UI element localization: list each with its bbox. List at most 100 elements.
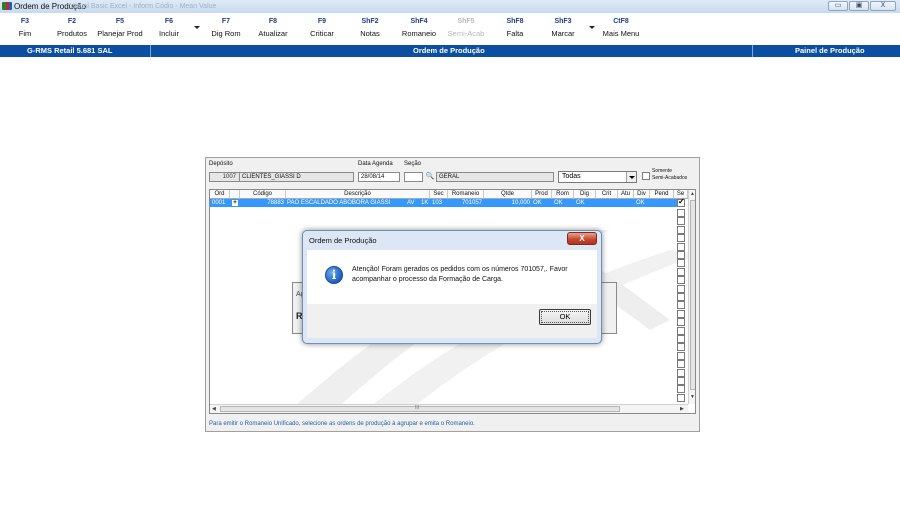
- toolbar-key: F3: [20, 18, 30, 25]
- toolbar-mais-menu-button[interactable]: CtF8 Mais Menu: [596, 16, 646, 44]
- incluir-dropdown-arrow-icon[interactable]: [194, 26, 200, 29]
- row-select-checkbox[interactable]: [677, 284, 685, 293]
- toolbar-label: Notas: [360, 29, 380, 38]
- app-window: Ordem de Produção Visual Basic Excel - I…: [0, 0, 900, 522]
- secao-code-field[interactable]: [404, 172, 423, 182]
- column-header[interactable]: Romaneio: [448, 190, 484, 199]
- column-header[interactable]: Descrição: [286, 190, 430, 199]
- toolbar-falta-button[interactable]: ShF8 Falta: [490, 16, 540, 44]
- toolbar-key: CtF8: [613, 18, 629, 25]
- toolbar-semi-acab-button: ShF5 Semi-Acab: [441, 16, 491, 44]
- scroll-right-icon[interactable]: ▶: [680, 406, 684, 412]
- dialog-close-button[interactable]: X: [567, 232, 597, 245]
- chevron-down-icon[interactable]: [626, 172, 636, 182]
- row-select-checkbox[interactable]: [677, 368, 685, 377]
- row-select-checkbox[interactable]: [677, 360, 685, 369]
- row-select-checkbox[interactable]: [677, 251, 685, 259]
- binoculars-search-icon[interactable]: 🔍: [425, 172, 435, 181]
- toolbar-label: Incluir: [158, 29, 179, 38]
- maximize-button[interactable]: ▣: [849, 1, 869, 11]
- header-status-bar: G-RMS Retail 5.681 SAL Ordem de Produção…: [0, 45, 900, 57]
- cell-dig: OK: [576, 200, 585, 206]
- close-window-button[interactable]: X: [870, 1, 896, 11]
- row-select-checkbox[interactable]: [677, 343, 685, 352]
- row-select-checkbox[interactable]: [677, 234, 685, 243]
- row-select-checkbox[interactable]: [677, 385, 685, 394]
- toolbar-label: Planejar Prod: [97, 29, 143, 38]
- column-header[interactable]: Pend: [650, 190, 674, 199]
- column-header[interactable]: Div: [634, 190, 650, 199]
- row-select-checkbox[interactable]: [677, 198, 685, 207]
- row-select-checkbox[interactable]: [677, 225, 685, 234]
- vertical-scroll-thumb[interactable]: [690, 200, 695, 390]
- column-header[interactable]: Sec: [430, 190, 448, 199]
- deposito-label: Depósito: [209, 161, 233, 167]
- toolbar-planejar-prod-button[interactable]: F5 Planejar Prod: [95, 16, 145, 44]
- toolbar-key: ShF2: [361, 18, 379, 25]
- expand-plus-icon[interactable]: +: [232, 200, 238, 206]
- cell-embalagem: 1K: [421, 200, 429, 206]
- scroll-left-icon[interactable]: ◀: [212, 406, 216, 412]
- row-select-checkbox[interactable]: [677, 326, 685, 335]
- cell-atu: [620, 199, 634, 207]
- column-header[interactable]: Ord: [210, 190, 230, 199]
- deposito-code-field[interactable]: 1007: [209, 172, 240, 182]
- toolbar-notas-button[interactable]: ShF2 Notas: [345, 16, 395, 44]
- row-select-checkbox[interactable]: [677, 276, 685, 285]
- toolbar-label: Criticar: [310, 29, 334, 38]
- cell-descricao: PAO ESCALDADO ABOBORA GIASSI: [287, 200, 391, 206]
- toolbar-dig-rom-button[interactable]: F7 Dig Rom: [201, 16, 251, 44]
- toolbar-key: F9: [317, 18, 327, 25]
- minimize-button[interactable]: ▭: [828, 1, 848, 11]
- cell-crit: [598, 199, 616, 207]
- column-header[interactable]: Atu: [618, 190, 634, 199]
- app-version-label: G-RMS Retail 5.681 SAL: [27, 46, 113, 55]
- row-select-checkbox[interactable]: [677, 293, 685, 301]
- toolbar-key: F5: [115, 18, 125, 25]
- dialog-body: i Atenção! Foram gerados os pedidos com …: [307, 250, 597, 304]
- column-header[interactable]: Rom: [552, 190, 574, 199]
- column-header[interactable]: Dig: [574, 190, 596, 199]
- status-separator: [752, 45, 753, 57]
- toolbar-key: ShF8: [506, 18, 524, 25]
- toolbar-incluir-button[interactable]: F6 Incluir: [144, 16, 194, 44]
- ok-button[interactable]: OK: [539, 309, 591, 325]
- row-select-checkbox[interactable]: [677, 393, 685, 402]
- toolbar-atualizar-button[interactable]: F8 Atualizar: [248, 16, 298, 44]
- window-titlebar[interactable]: Ordem de Produção Visual Basic Excel - I…: [0, 0, 900, 13]
- filter-select[interactable]: Todas: [558, 171, 637, 183]
- toolbar-produtos-button[interactable]: F2 Produtos: [47, 16, 97, 44]
- close-icon: X: [880, 2, 886, 9]
- toolbar-label: Atualizar: [258, 29, 288, 38]
- vertical-scrollbar[interactable]: ▲ ▼: [688, 190, 695, 404]
- toolbar-marcar-button[interactable]: ShF3 Marcar: [538, 16, 588, 44]
- horizontal-scroll-thumb[interactable]: III: [220, 405, 620, 412]
- horizontal-scrollbar[interactable]: ◀ III ▶: [210, 404, 688, 413]
- info-icon: i: [325, 266, 343, 284]
- toolbar-criticar-button[interactable]: F9 Criticar: [297, 16, 347, 44]
- toolbar-fim-button[interactable]: F3 Fim: [0, 16, 50, 44]
- column-header[interactable]: Crit: [596, 190, 618, 199]
- row-select-checkbox[interactable]: [677, 309, 685, 318]
- row-select-checkbox[interactable]: [677, 209, 685, 217]
- row-select-checkbox[interactable]: [677, 301, 685, 310]
- column-header[interactable]: [230, 190, 240, 199]
- column-header[interactable]: Prod: [532, 190, 552, 199]
- marcar-dropdown-arrow-icon[interactable]: [589, 26, 595, 29]
- row-select-checkbox[interactable]: [677, 377, 685, 385]
- scroll-up-icon[interactable]: ▲: [690, 191, 695, 197]
- row-select-checkbox[interactable]: [677, 259, 685, 268]
- footer-info-text: Para emitir o Romaneio Unificado, seleci…: [209, 421, 475, 427]
- row-select-checkbox[interactable]: [677, 351, 685, 360]
- scroll-down-icon[interactable]: ▼: [690, 394, 695, 400]
- row-select-checkbox[interactable]: [677, 335, 685, 343]
- row-select-checkbox[interactable]: [677, 267, 685, 276]
- row-select-checkbox[interactable]: [677, 242, 685, 251]
- column-header[interactable]: Código: [240, 190, 286, 199]
- column-header[interactable]: Qtde: [484, 190, 532, 199]
- somente-semi-acabados-checkbox[interactable]: [642, 172, 650, 180]
- row-select-checkbox[interactable]: [677, 217, 685, 226]
- data-agenda-field[interactable]: 28/08/14: [358, 172, 400, 182]
- row-select-checkbox[interactable]: [677, 318, 685, 327]
- toolbar-romaneio-button[interactable]: ShF4 Romaneio: [394, 16, 444, 44]
